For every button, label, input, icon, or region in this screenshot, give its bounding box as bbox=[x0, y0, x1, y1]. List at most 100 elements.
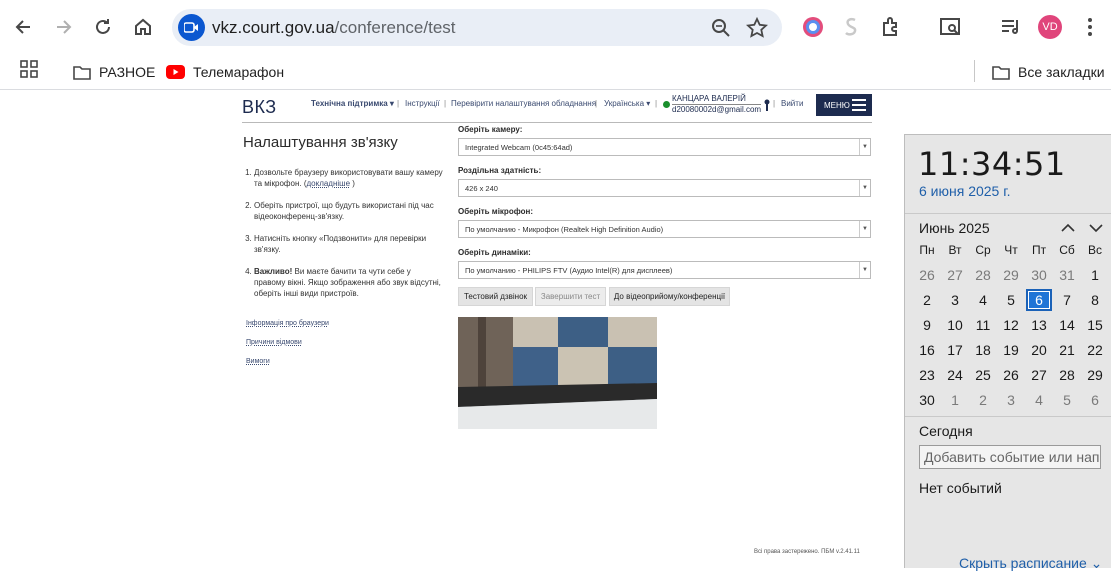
calendar-day[interactable]: 18 bbox=[970, 339, 996, 361]
step-item: Натисніть кнопку «Подзвонити» для переві… bbox=[254, 233, 444, 255]
calendar-day[interactable]: 19 bbox=[998, 339, 1024, 361]
chevron-up-icon[interactable] bbox=[1060, 222, 1076, 234]
video-camera-icon[interactable] bbox=[178, 14, 205, 41]
calendar-day[interactable]: 31 bbox=[1054, 264, 1080, 286]
all-bookmarks[interactable]: Все закладки bbox=[992, 60, 1105, 84]
forward-icon[interactable] bbox=[45, 9, 81, 45]
nav-language[interactable]: Українська ▾ bbox=[604, 99, 650, 108]
rejection-reasons-link[interactable]: Причини відмови bbox=[246, 339, 302, 346]
s-extension-icon[interactable] bbox=[839, 15, 863, 39]
extensions-puzzle-icon[interactable] bbox=[880, 15, 904, 39]
divider bbox=[905, 213, 1111, 214]
bookmark-raznoe[interactable]: РАЗНОЕ bbox=[73, 60, 155, 84]
calendar-day[interactable]: 5 bbox=[1054, 389, 1080, 411]
calendar-day[interactable]: 23 bbox=[914, 364, 940, 386]
menu-button[interactable]: МЕНЮ bbox=[816, 94, 872, 116]
site-header: ВКЗ Технічна підтримка ▾ | Інструкції | … bbox=[242, 91, 872, 123]
current-date-link[interactable]: 6 июня 2025 г. bbox=[919, 183, 1011, 199]
calendar-day[interactable]: 29 bbox=[1082, 364, 1108, 386]
calendar-day[interactable]: 14 bbox=[1054, 314, 1080, 336]
calendar-day[interactable]: 2 bbox=[914, 289, 940, 311]
calendar-day[interactable]: 4 bbox=[970, 289, 996, 311]
more-info-link[interactable]: докладніше bbox=[306, 179, 350, 188]
hide-schedule-link[interactable]: Скрыть расписание ⌄ bbox=[959, 555, 1102, 572]
calendar-day[interactable]: 1 bbox=[1082, 264, 1108, 286]
calendar-day[interactable]: 24 bbox=[942, 364, 968, 386]
calendar-day[interactable]: 3 bbox=[942, 289, 968, 311]
address-bar[interactable]: vkz.court.gov.ua/conference/test bbox=[172, 9, 782, 46]
nav-support[interactable]: Технічна підтримка ▾ bbox=[311, 99, 394, 108]
calendar-day[interactable]: 16 bbox=[914, 339, 940, 361]
youtube-icon bbox=[166, 65, 185, 79]
camera-select[interactable]: Integrated Webcam (0c45:64ad) ▼ bbox=[458, 138, 871, 156]
menu-label: МЕНЮ bbox=[824, 100, 850, 110]
calendar-day[interactable]: 6 bbox=[1026, 289, 1052, 311]
zoom-icon[interactable] bbox=[710, 17, 732, 39]
home-icon[interactable] bbox=[125, 9, 161, 45]
calendar-day[interactable]: 15 bbox=[1082, 314, 1108, 336]
step-item: Дозвольте браузеру використовувати вашу … bbox=[254, 167, 444, 189]
logout-link[interactable]: Вийти bbox=[781, 99, 803, 108]
calendar-day[interactable]: 30 bbox=[914, 389, 940, 411]
calendar-day[interactable]: 26 bbox=[998, 364, 1024, 386]
bookmark-telemarafon[interactable]: Телемарафон bbox=[166, 60, 284, 84]
dropdown-arrow-icon: ▼ bbox=[859, 221, 870, 237]
go-to-conference-button[interactable]: До відеоприйому/конференції bbox=[609, 287, 730, 306]
tab-search-icon[interactable] bbox=[939, 15, 963, 39]
calendar-flyout: 11:34:51 6 июня 2025 г. Июнь 2025 Пн Вт … bbox=[904, 134, 1111, 571]
calendar-day[interactable]: 10 bbox=[942, 314, 968, 336]
calendar-day[interactable]: 4 bbox=[1026, 389, 1052, 411]
end-test-button[interactable]: Завершити тест bbox=[535, 287, 606, 306]
calendar-day[interactable]: 26 bbox=[914, 264, 940, 286]
resolution-select[interactable]: 426 x 240 ▼ bbox=[458, 179, 871, 197]
month-label[interactable]: Июнь 2025 bbox=[919, 220, 990, 236]
calendar-day[interactable]: 28 bbox=[970, 264, 996, 286]
calendar-day[interactable]: 22 bbox=[1082, 339, 1108, 361]
apps-grid-icon[interactable] bbox=[20, 60, 38, 78]
requirements-link[interactable]: Вимоги bbox=[246, 358, 270, 365]
calendar-day[interactable]: 28 bbox=[1054, 364, 1080, 386]
bookmark-label: РАЗНОЕ bbox=[99, 64, 156, 80]
chevron-down-icon[interactable] bbox=[1088, 222, 1104, 234]
calendar-day[interactable]: 7 bbox=[1054, 289, 1080, 311]
media-control-icon[interactable] bbox=[999, 15, 1023, 39]
nav-instructions[interactable]: Інструкції bbox=[405, 99, 440, 108]
microphone-label: Оберіть мікрофон: bbox=[458, 207, 533, 216]
back-icon[interactable] bbox=[6, 9, 42, 45]
bookmark-star-icon[interactable] bbox=[746, 17, 768, 39]
more-menu-icon[interactable] bbox=[1078, 15, 1102, 39]
calendar-day[interactable]: 8 bbox=[1082, 289, 1108, 311]
calendar-day[interactable]: 30 bbox=[1026, 264, 1052, 286]
dropdown-arrow-icon: ▼ bbox=[859, 262, 870, 278]
test-call-button[interactable]: Тестовий дзвінок bbox=[458, 287, 533, 306]
camera-preview-image bbox=[458, 317, 657, 429]
user-settings-icon[interactable] bbox=[764, 99, 770, 111]
add-event-input[interactable]: Добавить событие или напо bbox=[919, 445, 1101, 469]
calendar-day[interactable]: 6 bbox=[1082, 389, 1108, 411]
calendar-day[interactable]: 27 bbox=[942, 264, 968, 286]
calendar-day[interactable]: 20 bbox=[1026, 339, 1052, 361]
calendar-day[interactable]: 11 bbox=[970, 314, 996, 336]
url-text[interactable]: vkz.court.gov.ua/conference/test bbox=[212, 18, 456, 38]
calendar-day[interactable]: 5 bbox=[998, 289, 1024, 311]
calendar-day[interactable]: 17 bbox=[942, 339, 968, 361]
calendar-day[interactable]: 25 bbox=[970, 364, 996, 386]
calendar-day[interactable]: 13 bbox=[1026, 314, 1052, 336]
calendar-day[interactable]: 9 bbox=[914, 314, 940, 336]
nav-separator: | bbox=[444, 99, 447, 108]
nav-check-equipment[interactable]: Перевірити налаштування обладнання bbox=[451, 99, 596, 108]
profile-avatar[interactable]: VD bbox=[1038, 15, 1062, 39]
calendar-day[interactable]: 21 bbox=[1054, 339, 1080, 361]
reload-icon[interactable] bbox=[85, 9, 121, 45]
calendar-day[interactable]: 2 bbox=[970, 389, 996, 411]
browser-info-link[interactable]: Інформація про браузери bbox=[246, 320, 329, 327]
microphone-select[interactable]: По умолчанию - Микрофон (Realtek High De… bbox=[458, 220, 871, 238]
calendar-day[interactable]: 27 bbox=[1026, 364, 1052, 386]
calendar-day[interactable]: 3 bbox=[998, 389, 1024, 411]
calendar-day[interactable]: 29 bbox=[998, 264, 1024, 286]
site-logo[interactable]: ВКЗ bbox=[242, 97, 277, 118]
calendar-day[interactable]: 1 bbox=[942, 389, 968, 411]
color-picker-extension-icon[interactable] bbox=[801, 15, 825, 39]
calendar-day[interactable]: 12 bbox=[998, 314, 1024, 336]
speakers-select[interactable]: По умолчанию - PHILIPS FTV (Аудио Intel(… bbox=[458, 261, 871, 279]
